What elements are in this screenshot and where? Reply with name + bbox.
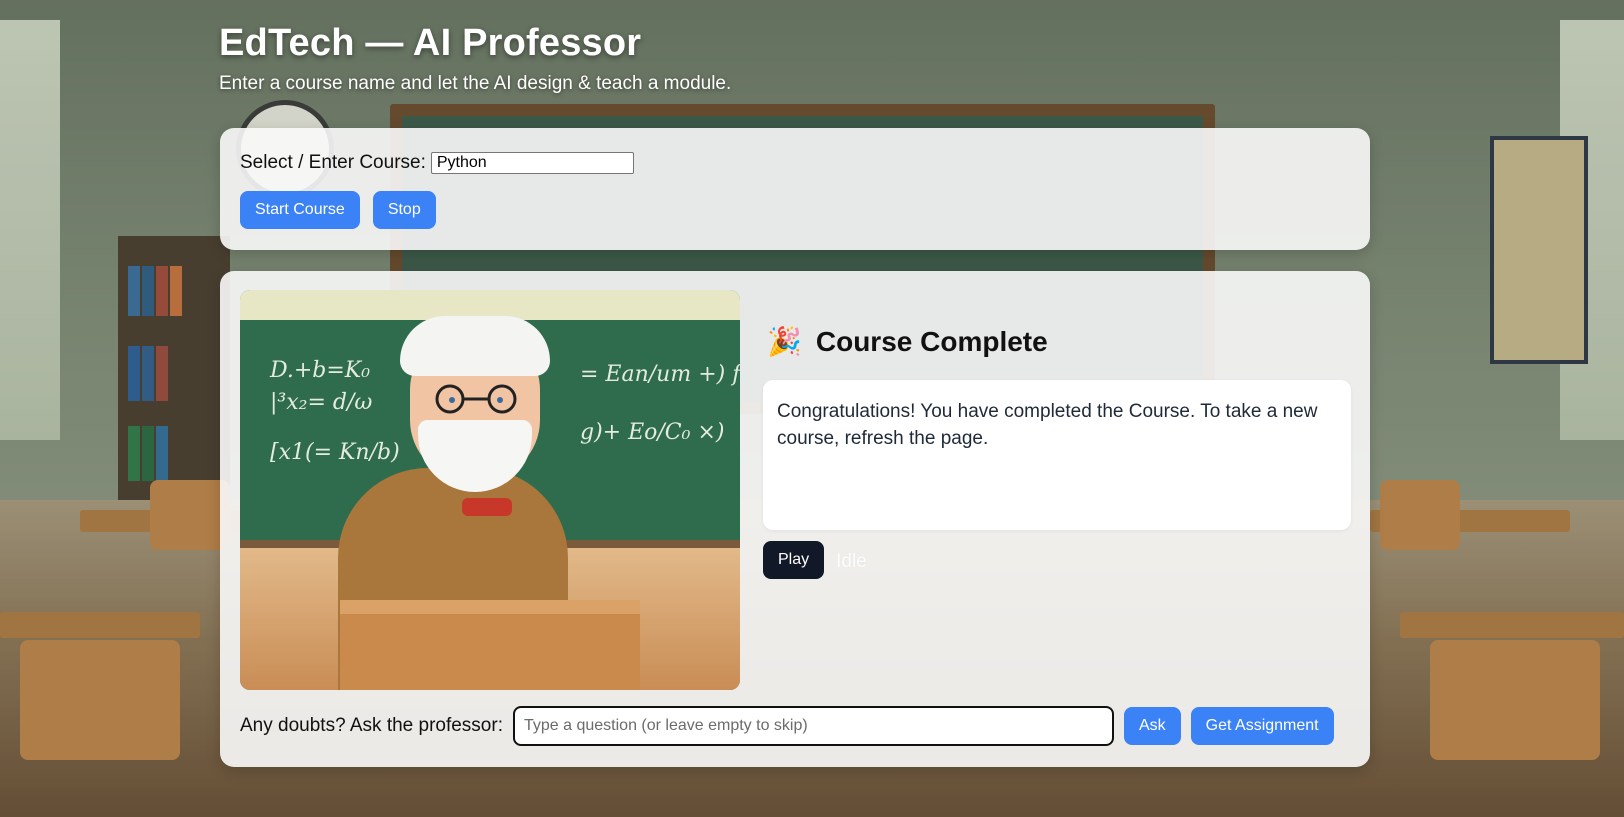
course-panel: Select / Enter Course: Start Course Stop — [220, 128, 1370, 250]
ask-button[interactable]: Ask — [1124, 707, 1181, 745]
playback-status: Idle — [836, 550, 867, 572]
page-title: EdTech — AI Professor — [219, 22, 642, 64]
course-label: Select / Enter Course: — [240, 152, 426, 173]
ask-row: Any doubts? Ask the professor: Ask Get A… — [240, 706, 1351, 746]
ask-label: Any doubts? Ask the professor: — [240, 715, 503, 736]
lesson-message-box: Congratulations! You have completed the … — [763, 380, 1351, 530]
start-course-button[interactable]: Start Course — [240, 191, 360, 229]
course-row: Select / Enter Course: — [240, 152, 634, 174]
party-popper-icon: 🎉 — [767, 325, 802, 358]
play-button[interactable]: Play — [763, 541, 825, 579]
page-header: EdTech — AI Professor Enter a course nam… — [219, 22, 731, 95]
audio-controls: Play Idle — [763, 541, 867, 579]
lesson-heading-text: Course Complete — [815, 326, 1048, 357]
get-assignment-button[interactable]: Get Assignment — [1190, 707, 1334, 745]
lesson-heading: 🎉 Course Complete — [767, 326, 1048, 358]
glasses-icon — [435, 384, 517, 414]
professor-bowtie — [462, 498, 512, 516]
professor-podium — [340, 600, 640, 690]
professor-image: D.+b=K₀ |³x₂= d/ω [x1(= Kn/b) = Ean/um +… — [240, 290, 740, 690]
question-input[interactable] — [513, 706, 1114, 746]
course-input[interactable] — [430, 152, 634, 174]
professor-hair — [400, 316, 550, 376]
lesson-message: Congratulations! You have completed the … — [777, 401, 1318, 449]
lesson-panel: D.+b=K₀ |³x₂= d/ω [x1(= Kn/b) = Ean/um +… — [220, 271, 1370, 767]
stop-button[interactable]: Stop — [372, 191, 436, 229]
page-subtitle: Enter a course name and let the AI desig… — [219, 73, 732, 94]
course-controls: Start Course Stop — [240, 191, 436, 229]
